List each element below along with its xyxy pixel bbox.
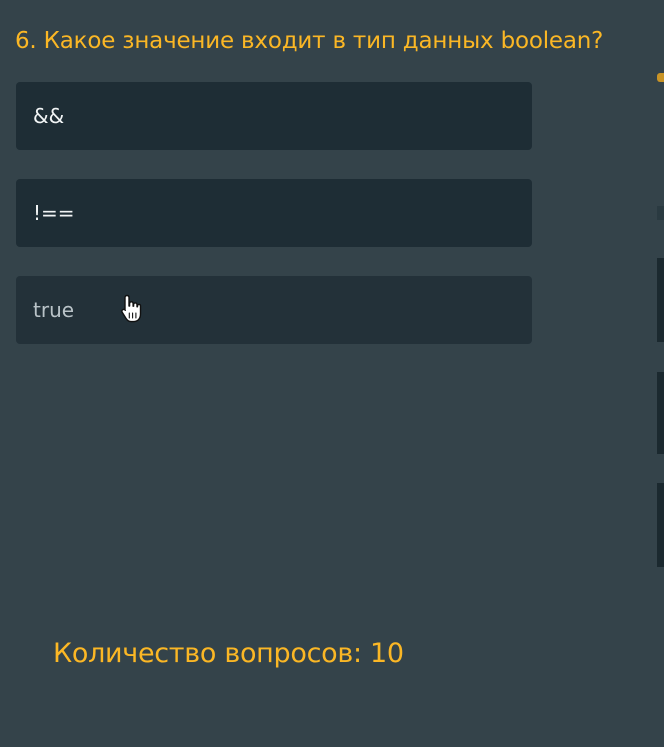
adjacent-panel-edge bbox=[657, 73, 664, 82]
adjacent-panel-edge bbox=[657, 206, 664, 220]
answer-list: && !== true bbox=[16, 82, 532, 373]
adjacent-panel-edge bbox=[657, 258, 664, 342]
answer-option-1[interactable]: && bbox=[16, 82, 532, 150]
answer-option-3[interactable]: true bbox=[16, 276, 532, 344]
adjacent-panel-edge bbox=[657, 372, 664, 454]
question-count: Количество вопросов: 10 bbox=[53, 638, 404, 669]
question-title: 6. Какое значение входит в тип данных bo… bbox=[15, 28, 604, 54]
quiz-panel: 6. Какое значение входит в тип данных bo… bbox=[0, 0, 664, 747]
hand-pointer-icon bbox=[121, 294, 142, 323]
adjacent-panel-edge bbox=[657, 483, 664, 567]
answer-option-2[interactable]: !== bbox=[16, 179, 532, 247]
